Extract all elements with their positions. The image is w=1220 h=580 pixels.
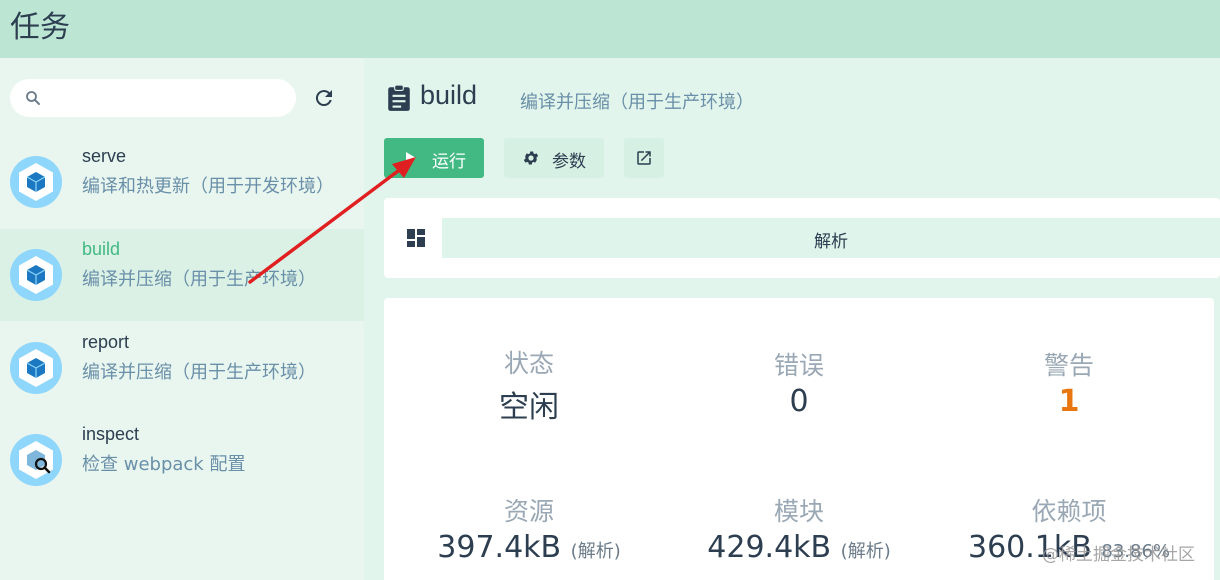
- stat-label: 依赖项: [1031, 497, 1107, 526]
- task-name: build: [82, 239, 121, 259]
- search-input[interactable]: [54, 86, 284, 110]
- stat-value: 空闲: [499, 390, 559, 425]
- search-icon: [26, 91, 40, 105]
- task-name: inspect: [82, 424, 140, 444]
- stat-value: 0: [789, 384, 809, 419]
- stat-value: 429.4kB: [707, 530, 832, 565]
- stat-assets: 资源 397.4kB (解析): [394, 492, 664, 565]
- webpack-cube-icon: [10, 342, 62, 394]
- clipboard-icon: [388, 84, 410, 111]
- stat-warnings: 警告 1: [934, 346, 1204, 419]
- top-bar: 任务: [0, 0, 1220, 58]
- tab-analyze[interactable]: 解析: [442, 218, 1220, 258]
- stat-value: 397.4kB: [437, 530, 562, 565]
- stats-panel: 状态 空闲 错误 0 警告 1 资源 397.4kB (解析) 模块 429.4…: [384, 298, 1214, 580]
- task-detail: build 编译并压缩（用于生产环境） 运行 参数 解析 状态 空闲 错误 0 …: [364, 58, 1220, 580]
- stat-unit: (解析): [570, 541, 621, 562]
- view-tabs: 解析: [384, 198, 1220, 278]
- webpack-inspect-icon: [10, 434, 62, 486]
- open-in-new-icon: [637, 151, 651, 165]
- open-in-new-button[interactable]: [624, 138, 664, 178]
- task-description: 编译并压缩（用于生产环境）: [82, 269, 316, 290]
- run-button[interactable]: 运行: [384, 138, 484, 178]
- task-description: 编译和热更新（用于开发环境）: [82, 176, 334, 197]
- search-box[interactable]: [10, 79, 296, 117]
- task-item-serve[interactable]: serve 编译和热更新（用于开发环境）: [0, 136, 364, 228]
- task-name: serve: [82, 146, 127, 166]
- stat-label: 警告: [1043, 351, 1094, 380]
- gear-icon: [523, 151, 539, 165]
- sidebar: serve 编译和热更新（用于开发环境） build 编译并压缩（用于生产环境）…: [0, 58, 364, 580]
- task-item-report[interactable]: report 编译并压缩（用于生产环境）: [0, 322, 364, 414]
- task-subtitle: 编译并压缩（用于生产环境）: [520, 92, 754, 113]
- task-description: 编译并压缩（用于生产环境）: [82, 362, 316, 383]
- params-button[interactable]: 参数: [504, 138, 604, 178]
- task-item-inspect[interactable]: inspect 检查 webpack 配置: [0, 414, 364, 506]
- stat-label: 模块: [773, 497, 824, 526]
- refresh-icon[interactable]: [312, 86, 336, 110]
- webpack-cube-icon: [10, 249, 62, 301]
- stat-label: 错误: [773, 351, 824, 380]
- stat-errors: 错误 0: [664, 346, 934, 419]
- task-title: build: [420, 80, 478, 110]
- stat-label: 资源: [503, 497, 554, 526]
- watermark: @稀土掘金技术社区: [1042, 545, 1195, 565]
- task-item-build[interactable]: build 编译并压缩（用于生产环境）: [0, 229, 364, 321]
- task-description: 检查 webpack 配置: [82, 454, 246, 475]
- dashboard-icon[interactable]: [406, 228, 426, 248]
- stat-value-row: 397.4kB (解析): [394, 530, 664, 565]
- stat-modules: 模块 429.4kB (解析): [664, 492, 934, 565]
- stat-status: 状态 空闲: [394, 344, 664, 426]
- play-icon: [406, 152, 416, 164]
- webpack-cube-icon: [10, 156, 62, 208]
- run-button-label: 运行: [432, 152, 466, 172]
- stat-value: 1: [1058, 384, 1080, 419]
- stat-value-row: 429.4kB (解析): [664, 530, 934, 565]
- stat-label: 状态: [503, 349, 554, 378]
- params-button-label: 参数: [552, 152, 586, 172]
- task-name: report: [82, 332, 130, 352]
- stat-unit: (解析): [840, 541, 891, 562]
- tab-analyze-label: 解析: [814, 232, 848, 252]
- page-title: 任务: [10, 10, 70, 45]
